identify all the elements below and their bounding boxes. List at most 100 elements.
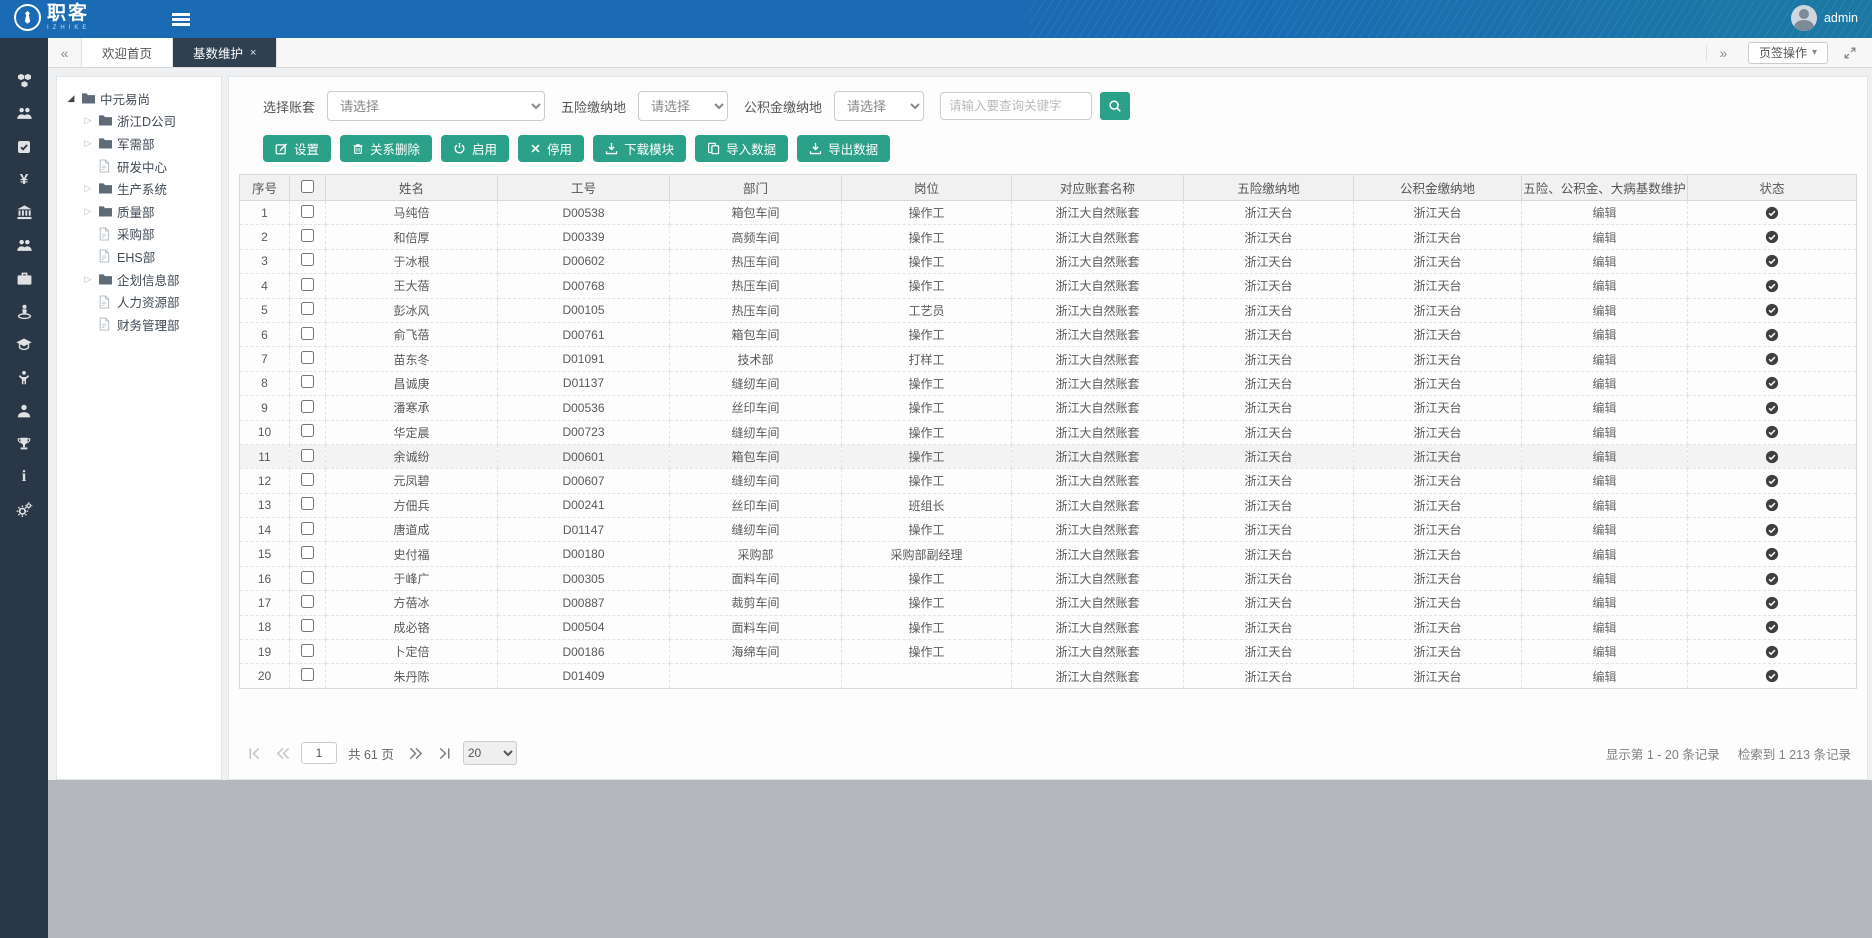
- table-row[interactable]: 15史付福D00180采购部采购部副经理浙江大自然账套浙江天台浙江天台编辑: [240, 542, 1857, 566]
- avatar[interactable]: [1791, 5, 1817, 31]
- tab-operations-button[interactable]: 页签操作 ▾: [1748, 42, 1828, 64]
- cell-checkbox[interactable]: [290, 274, 326, 298]
- edit-link[interactable]: 编辑: [1592, 450, 1616, 464]
- tree-caret-icon[interactable]: ▷: [82, 274, 94, 285]
- table-row[interactable]: 4王大蓓D00768热压车间操作工浙江大自然账套浙江天台浙江天台编辑: [240, 274, 1857, 298]
- team-icon[interactable]: [0, 229, 48, 262]
- edit-link[interactable]: 编辑: [1592, 523, 1616, 537]
- tree-item[interactable]: ▷浙江D公司: [57, 110, 221, 133]
- graduation-cap-icon[interactable]: [0, 328, 48, 361]
- row-checkbox[interactable]: [301, 644, 314, 657]
- table-row[interactable]: 16于峰广D00305面料车间操作工浙江大自然账套浙江天台浙江天台编辑: [240, 566, 1857, 590]
- street-view-icon[interactable]: [0, 295, 48, 328]
- tree-caret-icon[interactable]: ▷: [82, 183, 94, 194]
- table-row[interactable]: 14唐道成D01147缝纫车间操作工浙江大自然账套浙江天台浙江天台编辑: [240, 518, 1857, 542]
- tree-item[interactable]: 研发中心: [57, 155, 221, 178]
- search-button[interactable]: [1100, 92, 1130, 120]
- row-checkbox[interactable]: [301, 400, 314, 413]
- row-checkbox[interactable]: [301, 205, 314, 218]
- tree-item[interactable]: ▷军需部: [57, 132, 221, 155]
- cell-checkbox[interactable]: [290, 249, 326, 273]
- edit-link[interactable]: 编辑: [1592, 401, 1616, 415]
- edit-link[interactable]: 编辑: [1592, 572, 1616, 586]
- page-number-input[interactable]: [301, 742, 337, 764]
- tree-item[interactable]: ▷生产系统: [57, 177, 221, 200]
- bank-icon[interactable]: [0, 196, 48, 229]
- select-all-checkbox[interactable]: [301, 180, 314, 193]
- table-row[interactable]: 19卜定倍D00186海绵车间操作工浙江大自然账套浙江天台浙江天台编辑: [240, 640, 1857, 664]
- x-button[interactable]: 停用: [518, 135, 584, 162]
- cell-checkbox[interactable]: [290, 615, 326, 639]
- gears-icon[interactable]: [0, 493, 48, 526]
- row-checkbox[interactable]: [301, 253, 314, 266]
- edit-link[interactable]: 编辑: [1592, 548, 1616, 562]
- tab-base-maintenance[interactable]: 基数维护 ×: [173, 38, 277, 67]
- tree-item[interactable]: 财务管理部: [57, 313, 221, 336]
- last-page-icon[interactable]: [434, 742, 456, 764]
- table-row[interactable]: 7苗东冬D01091技术部打样工浙江大自然账套浙江天台浙江天台编辑: [240, 347, 1857, 371]
- table-row[interactable]: 13方佃兵D00241丝印车间班组长浙江大自然账套浙江天台浙江天台编辑: [240, 493, 1857, 517]
- user-icon[interactable]: [0, 394, 48, 427]
- row-checkbox[interactable]: [301, 278, 314, 291]
- edit-link[interactable]: 编辑: [1592, 353, 1616, 367]
- row-checkbox[interactable]: [301, 473, 314, 486]
- edit-link[interactable]: 编辑: [1592, 596, 1616, 610]
- tree-item[interactable]: ▷质量部: [57, 200, 221, 223]
- insurance-place-select[interactable]: 请选择: [638, 91, 728, 121]
- cell-checkbox[interactable]: [290, 664, 326, 688]
- cell-checkbox[interactable]: [290, 518, 326, 542]
- cell-checkbox[interactable]: [290, 542, 326, 566]
- edit-link[interactable]: 编辑: [1592, 621, 1616, 635]
- edit-link[interactable]: 编辑: [1592, 206, 1616, 220]
- edit-link[interactable]: 编辑: [1592, 255, 1616, 269]
- check-square-icon[interactable]: [0, 130, 48, 163]
- edit-button[interactable]: 设置: [263, 135, 331, 162]
- briefcase-icon[interactable]: [0, 262, 48, 295]
- tabs-scroll-right-icon[interactable]: »: [1706, 45, 1740, 61]
- row-checkbox[interactable]: [301, 619, 314, 632]
- cell-checkbox[interactable]: [290, 493, 326, 517]
- edit-link[interactable]: 编辑: [1592, 279, 1616, 293]
- row-checkbox[interactable]: [301, 375, 314, 388]
- next-page-icon[interactable]: [405, 742, 427, 764]
- cell-checkbox[interactable]: [290, 469, 326, 493]
- edit-link[interactable]: 编辑: [1592, 670, 1616, 684]
- tree-item[interactable]: 人力资源部: [57, 290, 221, 313]
- edit-link[interactable]: 编辑: [1592, 231, 1616, 245]
- row-checkbox[interactable]: [301, 571, 314, 584]
- tab-close-icon[interactable]: ×: [250, 47, 256, 59]
- export-button[interactable]: 导出数据: [797, 135, 890, 162]
- first-page-icon[interactable]: [243, 742, 265, 764]
- edit-link[interactable]: 编辑: [1592, 645, 1616, 659]
- table-row[interactable]: 5彭冰风D00105热压车间工艺员浙江大自然账套浙江天台浙江天台编辑: [240, 298, 1857, 322]
- download-button[interactable]: 下载模块: [593, 135, 686, 162]
- edit-link[interactable]: 编辑: [1592, 304, 1616, 318]
- cell-checkbox[interactable]: [290, 225, 326, 249]
- trophy-icon[interactable]: [0, 427, 48, 460]
- table-row[interactable]: 9潘寒承D00536丝印车间操作工浙江大自然账套浙江天台浙江天台编辑: [240, 396, 1857, 420]
- cell-checkbox[interactable]: [290, 444, 326, 468]
- row-checkbox[interactable]: [301, 229, 314, 242]
- table-row[interactable]: 17方蓓冰D00887裁剪车间操作工浙江大自然账套浙江天台浙江天台编辑: [240, 591, 1857, 615]
- row-checkbox[interactable]: [301, 424, 314, 437]
- team-icon[interactable]: [0, 97, 48, 130]
- hamburger-menu-icon[interactable]: [172, 13, 190, 16]
- tree-caret-icon[interactable]: ▷: [82, 206, 94, 217]
- tree-item[interactable]: ◢中元易尚: [57, 87, 221, 110]
- table-row[interactable]: 8昌诚庚D01137缝纫车间操作工浙江大自然账套浙江天台浙江天台编辑: [240, 371, 1857, 395]
- row-checkbox[interactable]: [301, 449, 314, 462]
- power-button[interactable]: 启用: [441, 135, 509, 162]
- edit-link[interactable]: 编辑: [1592, 426, 1616, 440]
- yen-icon[interactable]: ¥: [0, 163, 48, 196]
- tree-item[interactable]: ▷企划信息部: [57, 268, 221, 291]
- cell-checkbox[interactable]: [290, 420, 326, 444]
- cell-checkbox[interactable]: [290, 640, 326, 664]
- row-checkbox[interactable]: [301, 302, 314, 315]
- table-row[interactable]: 2和倍厚D00339高频车间操作工浙江大自然账套浙江天台浙江天台编辑: [240, 225, 1857, 249]
- trash-button[interactable]: 关系删除: [340, 135, 432, 162]
- cell-checkbox[interactable]: [290, 591, 326, 615]
- tab-welcome[interactable]: 欢迎首页: [82, 38, 173, 67]
- table-row[interactable]: 3于冰根D00602热压车间操作工浙江大自然账套浙江天台浙江天台编辑: [240, 249, 1857, 273]
- tree-caret-icon[interactable]: ▷: [82, 138, 94, 149]
- table-row[interactable]: 11余诚纷D00601箱包车间操作工浙江大自然账套浙江天台浙江天台编辑: [240, 444, 1857, 468]
